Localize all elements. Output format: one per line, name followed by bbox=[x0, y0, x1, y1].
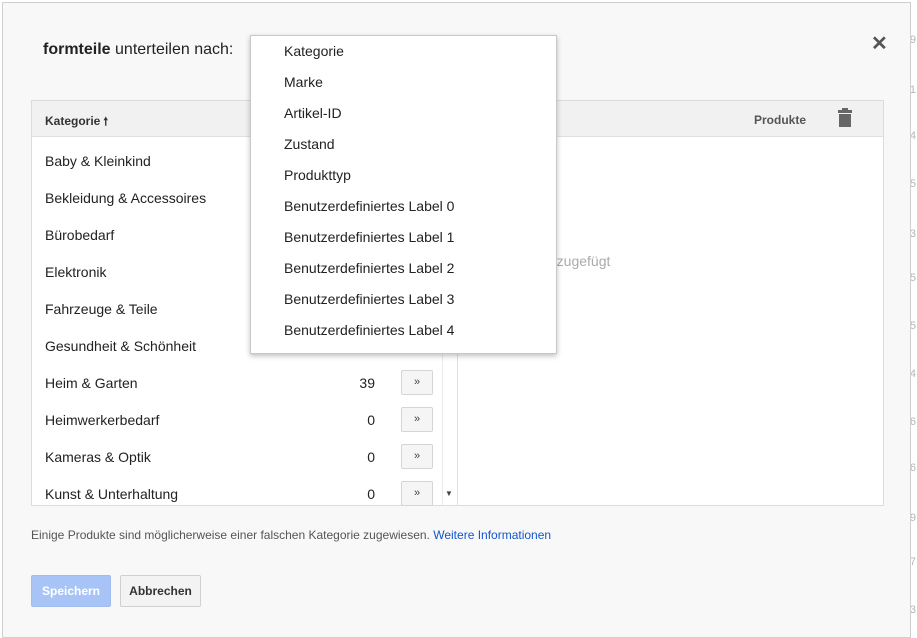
table-row: Kunst & Unterhaltung 0 » bbox=[32, 470, 442, 507]
footnote-text: Einige Produkte sind möglicherweise eine… bbox=[31, 528, 434, 542]
more-info-link[interactable]: Weitere Informationen bbox=[433, 528, 551, 542]
product-count: 0 bbox=[367, 486, 375, 502]
category-name: Gesundheit & Schönheit bbox=[45, 338, 196, 354]
table-row: Heimwerkerbedarf 0 » bbox=[32, 396, 442, 433]
menu-item-label-3[interactable]: Benutzerdefiniertes Label 3 bbox=[284, 291, 454, 307]
menu-item-artikel-id[interactable]: Artikel-ID bbox=[284, 105, 342, 121]
dialog-title-group: formteile bbox=[43, 41, 111, 58]
category-name: Heim & Garten bbox=[45, 375, 138, 391]
add-category-button[interactable]: » bbox=[401, 370, 433, 395]
category-name: Elektronik bbox=[45, 264, 107, 280]
subdivide-dropdown-menu: Kategorie Marke Artikel-ID Zustand Produ… bbox=[250, 35, 557, 354]
product-count: 0 bbox=[367, 449, 375, 465]
product-count: 39 bbox=[359, 375, 375, 391]
menu-item-label-4[interactable]: Benutzerdefiniertes Label 4 bbox=[284, 322, 454, 338]
category-name: Bürobedarf bbox=[45, 227, 115, 243]
table-row: Heim & Garten 39 » bbox=[32, 359, 442, 396]
close-icon[interactable]: ✕ bbox=[871, 31, 888, 56]
scroll-down-icon[interactable]: ▼ bbox=[445, 489, 453, 498]
category-name: Fahrzeuge & Teile bbox=[45, 301, 158, 317]
cancel-button[interactable]: Abbrechen bbox=[120, 575, 201, 607]
column-header-kategorie[interactable]: Kategorie 🠕 bbox=[45, 113, 108, 132]
menu-item-label-1[interactable]: Benutzerdefiniertes Label 1 bbox=[284, 229, 454, 245]
table-row: Kameras & Optik 0 » bbox=[32, 433, 442, 470]
column-header-produkte: Produkte bbox=[754, 113, 807, 127]
category-name: Kameras & Optik bbox=[45, 449, 151, 465]
save-button[interactable]: Speichern bbox=[31, 575, 111, 607]
menu-item-produkttyp[interactable]: Produkttyp bbox=[284, 167, 351, 183]
trash-icon[interactable] bbox=[838, 108, 852, 127]
category-name: Bekleidung & Accessoires bbox=[45, 190, 207, 206]
add-category-button[interactable]: » bbox=[401, 444, 433, 469]
column-header-label: Kategorie bbox=[45, 114, 101, 128]
menu-item-kategorie[interactable]: Kategorie bbox=[284, 43, 344, 59]
menu-item-zustand[interactable]: Zustand bbox=[284, 136, 335, 152]
dialog-title: formteile unterteilen nach: bbox=[43, 41, 233, 59]
category-name: Heimwerkerbedarf bbox=[45, 412, 160, 428]
menu-item-marke[interactable]: Marke bbox=[284, 74, 323, 90]
add-category-button[interactable]: » bbox=[401, 481, 433, 506]
sort-up-icon: 🠕 bbox=[103, 116, 109, 128]
product-count: 0 bbox=[367, 412, 375, 428]
menu-item-label-2[interactable]: Benutzerdefiniertes Label 2 bbox=[284, 260, 454, 276]
footnote: Einige Produkte sind möglicherweise eine… bbox=[31, 528, 551, 542]
dialog-title-text: unterteilen nach: bbox=[110, 41, 234, 58]
category-name: Baby & Kleinkind bbox=[45, 153, 151, 169]
category-name: Kunst & Unterhaltung bbox=[45, 486, 179, 502]
add-category-button[interactable]: » bbox=[401, 407, 433, 432]
menu-item-label-0[interactable]: Benutzerdefiniertes Label 0 bbox=[284, 198, 454, 214]
